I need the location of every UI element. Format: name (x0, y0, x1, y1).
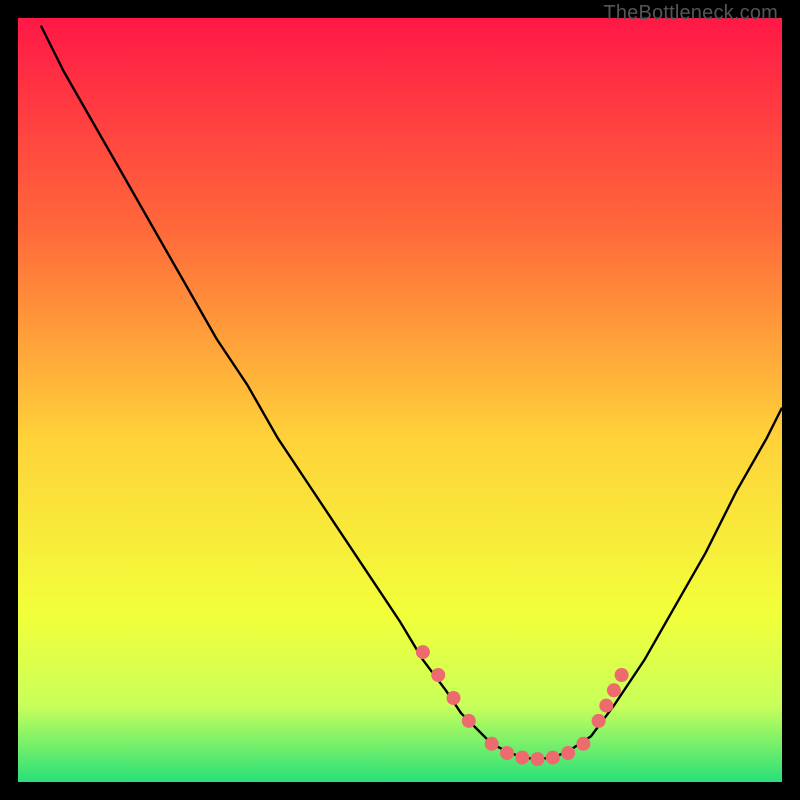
bottleneck-chart (18, 18, 782, 782)
marker-dot (500, 746, 514, 760)
marker-dot (576, 737, 590, 751)
marker-dot (599, 699, 613, 713)
watermark-text: TheBottleneck.com (603, 2, 778, 25)
marker-dot (546, 751, 560, 765)
marker-dot (515, 751, 529, 765)
marker-dot (485, 737, 499, 751)
marker-dot (531, 752, 545, 766)
marker-dot (447, 691, 461, 705)
gradient-background (18, 18, 782, 782)
marker-dot (607, 683, 621, 697)
marker-dot (462, 714, 476, 728)
marker-dot (615, 668, 629, 682)
marker-dot (416, 645, 430, 659)
marker-dot (561, 746, 575, 760)
marker-dot (592, 714, 606, 728)
chart-frame (18, 18, 782, 782)
marker-dot (431, 668, 445, 682)
